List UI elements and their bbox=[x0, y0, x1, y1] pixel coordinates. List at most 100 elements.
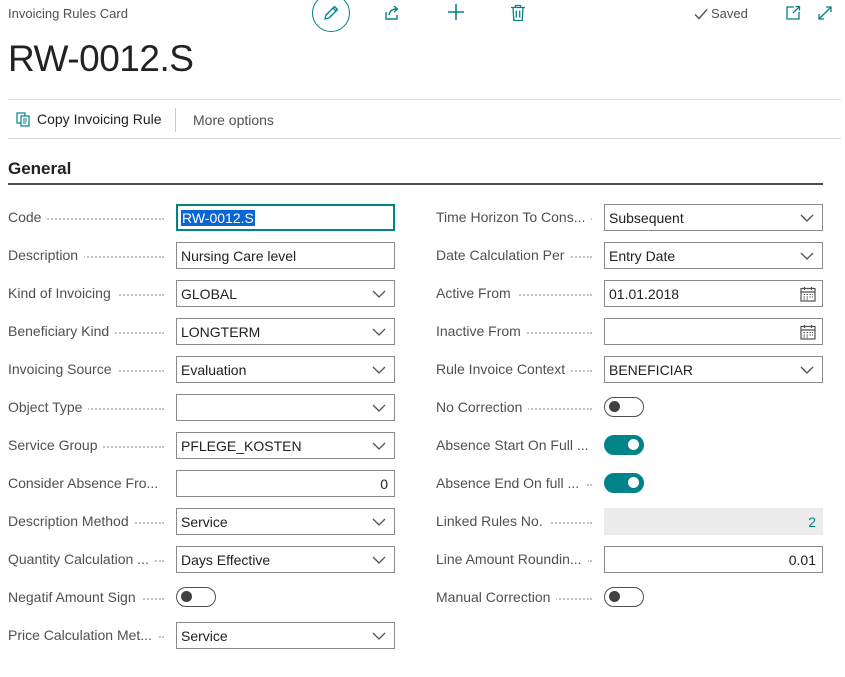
select-service-group[interactable]: PFLEGE_KOSTEN bbox=[176, 432, 395, 459]
label-text-rule-invoice-context: Rule Invoice Context bbox=[436, 361, 572, 377]
label-manual-correction: Manual Correction bbox=[436, 587, 598, 607]
calendar-icon[interactable] bbox=[799, 323, 817, 341]
select-object-type[interactable] bbox=[176, 394, 395, 421]
delete-button[interactable] bbox=[507, 2, 529, 24]
label-code: Code bbox=[8, 207, 170, 227]
label-text-code: Code bbox=[8, 209, 48, 225]
label-text-consider-absence-fro: Consider Absence Fro... bbox=[8, 475, 165, 491]
open-new-window-button[interactable] bbox=[783, 3, 803, 23]
select-time-horizon-to-cons[interactable]: Subsequent bbox=[604, 204, 823, 231]
value-service-group: PFLEGE_KOSTEN bbox=[181, 437, 302, 454]
label-text-inactive-from: Inactive From bbox=[436, 323, 527, 339]
save-status-text: Saved bbox=[711, 6, 748, 21]
section-title-general[interactable]: General bbox=[8, 159, 71, 179]
expand-button[interactable] bbox=[815, 3, 835, 23]
label-kind-of-invoicing: Kind of Invoicing bbox=[8, 283, 170, 303]
copy-invoicing-rule-label: Copy Invoicing Rule bbox=[37, 111, 162, 127]
checkmark-icon bbox=[694, 8, 708, 20]
value-code: RW-0012.S bbox=[181, 209, 390, 226]
chevron-down-icon bbox=[799, 210, 815, 226]
select-beneficiary-kind[interactable]: LONGTERM bbox=[176, 318, 395, 345]
label-absence-end-on-full: Absence End On full ... bbox=[436, 473, 598, 493]
chevron-down-icon bbox=[371, 324, 387, 340]
value-invoicing-source: Evaluation bbox=[181, 361, 247, 378]
toggle-knob bbox=[181, 591, 192, 602]
chevron-down-icon bbox=[799, 362, 815, 378]
date-field-active-from[interactable]: 01.01.2018 bbox=[604, 280, 823, 307]
toggle-knob bbox=[628, 439, 639, 450]
label-line-amount-roundin: Line Amount Roundin... bbox=[436, 549, 598, 569]
share-button[interactable] bbox=[381, 2, 403, 24]
chevron-down-icon bbox=[371, 552, 387, 568]
input-description[interactable]: Nursing Care level bbox=[176, 242, 395, 269]
label-text-date-calculation-per: Date Calculation Per bbox=[436, 247, 571, 263]
add-icon bbox=[448, 4, 464, 20]
label-text-quantity-calculation: Quantity Calculation ... bbox=[8, 551, 155, 567]
label-text-absence-end-on-full: Absence End On full ... bbox=[436, 475, 586, 491]
date-field-inactive-from[interactable] bbox=[604, 318, 823, 345]
label-invoicing-source: Invoicing Source bbox=[8, 359, 170, 379]
select-date-calculation-per[interactable]: Entry Date bbox=[604, 242, 823, 269]
value-description: Nursing Care level bbox=[181, 247, 297, 264]
label-absence-start-on-full: Absence Start On Full ... bbox=[436, 435, 598, 455]
value-price-calculation-met: Service bbox=[181, 627, 228, 644]
label-text-manual-correction: Manual Correction bbox=[436, 589, 557, 605]
value-description-method: Service bbox=[181, 513, 228, 530]
more-options-button[interactable]: More options bbox=[193, 112, 274, 128]
select-rule-invoice-context[interactable]: BENEFICIAR bbox=[604, 356, 823, 383]
label-text-description: Description bbox=[8, 247, 85, 263]
label-text-line-amount-roundin: Line Amount Roundin... bbox=[436, 551, 588, 567]
select-invoicing-source[interactable]: Evaluation bbox=[176, 356, 395, 383]
label-text-absence-start-on-full: Absence Start On Full ... bbox=[436, 437, 595, 453]
input-consider-absence-fro[interactable]: 0 bbox=[176, 470, 395, 497]
label-rule-invoice-context: Rule Invoice Context bbox=[436, 359, 598, 379]
chevron-down-icon bbox=[371, 362, 387, 378]
toggle-negatif-amount-sign[interactable] bbox=[176, 587, 216, 607]
calendar-icon[interactable] bbox=[799, 285, 817, 303]
card-caption: Invoicing Rules Card bbox=[8, 6, 128, 21]
copy-icon bbox=[16, 111, 30, 127]
chevron-down-icon bbox=[371, 514, 387, 530]
input-linked-rules-no: 2 bbox=[604, 508, 823, 535]
action-bar: Copy Invoicing Rule More options bbox=[8, 99, 841, 139]
select-kind-of-invoicing[interactable]: GLOBAL bbox=[176, 280, 395, 307]
label-beneficiary-kind: Beneficiary Kind bbox=[8, 321, 170, 341]
edit-button[interactable] bbox=[312, 0, 350, 32]
label-no-correction: No Correction bbox=[436, 397, 598, 417]
input-code[interactable]: RW-0012.S bbox=[176, 204, 395, 231]
toggle-knob bbox=[609, 591, 620, 602]
edit-icon bbox=[324, 5, 339, 20]
value-rule-invoice-context: BENEFICIAR bbox=[609, 361, 694, 378]
label-inactive-from: Inactive From bbox=[436, 321, 598, 341]
select-quantity-calculation[interactable]: Days Effective bbox=[176, 546, 395, 573]
label-text-kind-of-invoicing: Kind of Invoicing bbox=[8, 285, 117, 301]
page-title: RW-0012.S bbox=[8, 38, 194, 79]
value-consider-absence-fro: 0 bbox=[380, 475, 388, 492]
label-price-calculation-met: Price Calculation Met... bbox=[8, 625, 170, 645]
label-text-no-correction: No Correction bbox=[436, 399, 529, 415]
toggle-knob bbox=[609, 401, 620, 412]
input-line-amount-roundin[interactable]: 0.01 bbox=[604, 546, 823, 573]
copy-invoicing-rule-button[interactable]: Copy Invoicing Rule bbox=[16, 111, 162, 127]
top-bar: Invoicing Rules Card Saved bbox=[0, 0, 845, 32]
toggle-absence-end-on-full[interactable] bbox=[604, 473, 644, 493]
select-description-method[interactable]: Service bbox=[176, 508, 395, 535]
select-price-calculation-met[interactable]: Service bbox=[176, 622, 395, 649]
label-text-description-method: Description Method bbox=[8, 513, 135, 529]
section-divider bbox=[8, 183, 823, 185]
selected-text: RW-0012.S bbox=[181, 209, 255, 226]
label-text-linked-rules-no: Linked Rules No. bbox=[436, 513, 549, 529]
value-time-horizon-to-cons: Subsequent bbox=[609, 209, 684, 226]
toggle-manual-correction[interactable] bbox=[604, 587, 644, 607]
label-linked-rules-no: Linked Rules No. bbox=[436, 511, 598, 531]
toggle-absence-start-on-full[interactable] bbox=[604, 435, 644, 455]
label-text-object-type: Object Type bbox=[8, 399, 89, 415]
chevron-down-icon bbox=[371, 286, 387, 302]
chevron-down-icon bbox=[799, 248, 815, 264]
popout-icon bbox=[786, 5, 801, 20]
label-text-price-calculation-met: Price Calculation Met... bbox=[8, 627, 158, 643]
new-button[interactable] bbox=[445, 1, 467, 23]
toggle-no-correction[interactable] bbox=[604, 397, 644, 417]
value-line-amount-roundin: 0.01 bbox=[788, 551, 816, 568]
label-quantity-calculation: Quantity Calculation ... bbox=[8, 549, 170, 569]
